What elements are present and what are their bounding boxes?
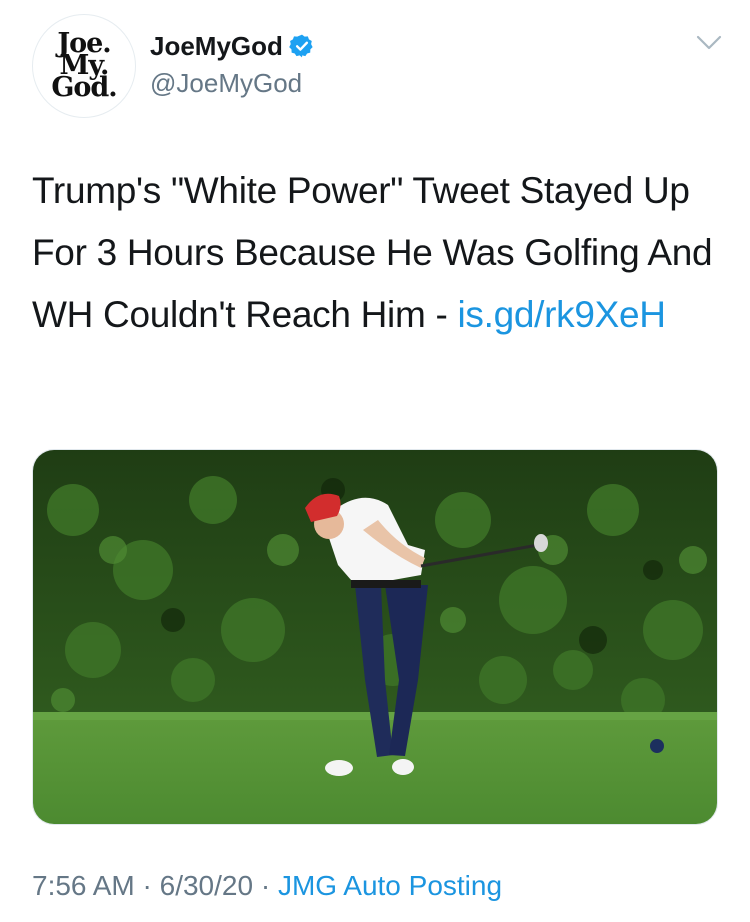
tweet-time[interactable]: 7:56 AM bbox=[32, 870, 135, 901]
handle[interactable]: @JoeMyGod bbox=[150, 68, 315, 99]
tweet-link[interactable]: is.gd/rk9XeH bbox=[457, 294, 666, 335]
photo-golfer-swing-icon bbox=[33, 450, 717, 824]
tweet-meta: 7:56 AM · 6/30/20 · JMG Auto Posting bbox=[32, 870, 502, 902]
tweet-date[interactable]: 6/30/20 bbox=[160, 870, 253, 901]
user-info[interactable]: JoeMyGod @JoeMyGod bbox=[150, 30, 315, 99]
avatar-line-3: God. bbox=[51, 72, 117, 104]
meta-separator-2: · bbox=[260, 870, 271, 901]
tweet-source[interactable]: JMG Auto Posting bbox=[278, 870, 502, 901]
chevron-down-icon[interactable] bbox=[695, 34, 723, 52]
name-row: JoeMyGod bbox=[150, 30, 315, 62]
verified-badge-icon bbox=[289, 34, 313, 58]
tweet-text: Trump's "White Power" Tweet Stayed Up Fo… bbox=[32, 160, 732, 346]
display-name[interactable]: JoeMyGod bbox=[150, 31, 283, 62]
avatar[interactable]: Joe. My. God. bbox=[32, 14, 136, 118]
tweet-card: Joe. My. God. JoeMyGod @JoeMyGod Trump's… bbox=[0, 0, 750, 922]
tweet-photo[interactable] bbox=[32, 449, 718, 825]
meta-separator-1: · bbox=[142, 870, 152, 901]
